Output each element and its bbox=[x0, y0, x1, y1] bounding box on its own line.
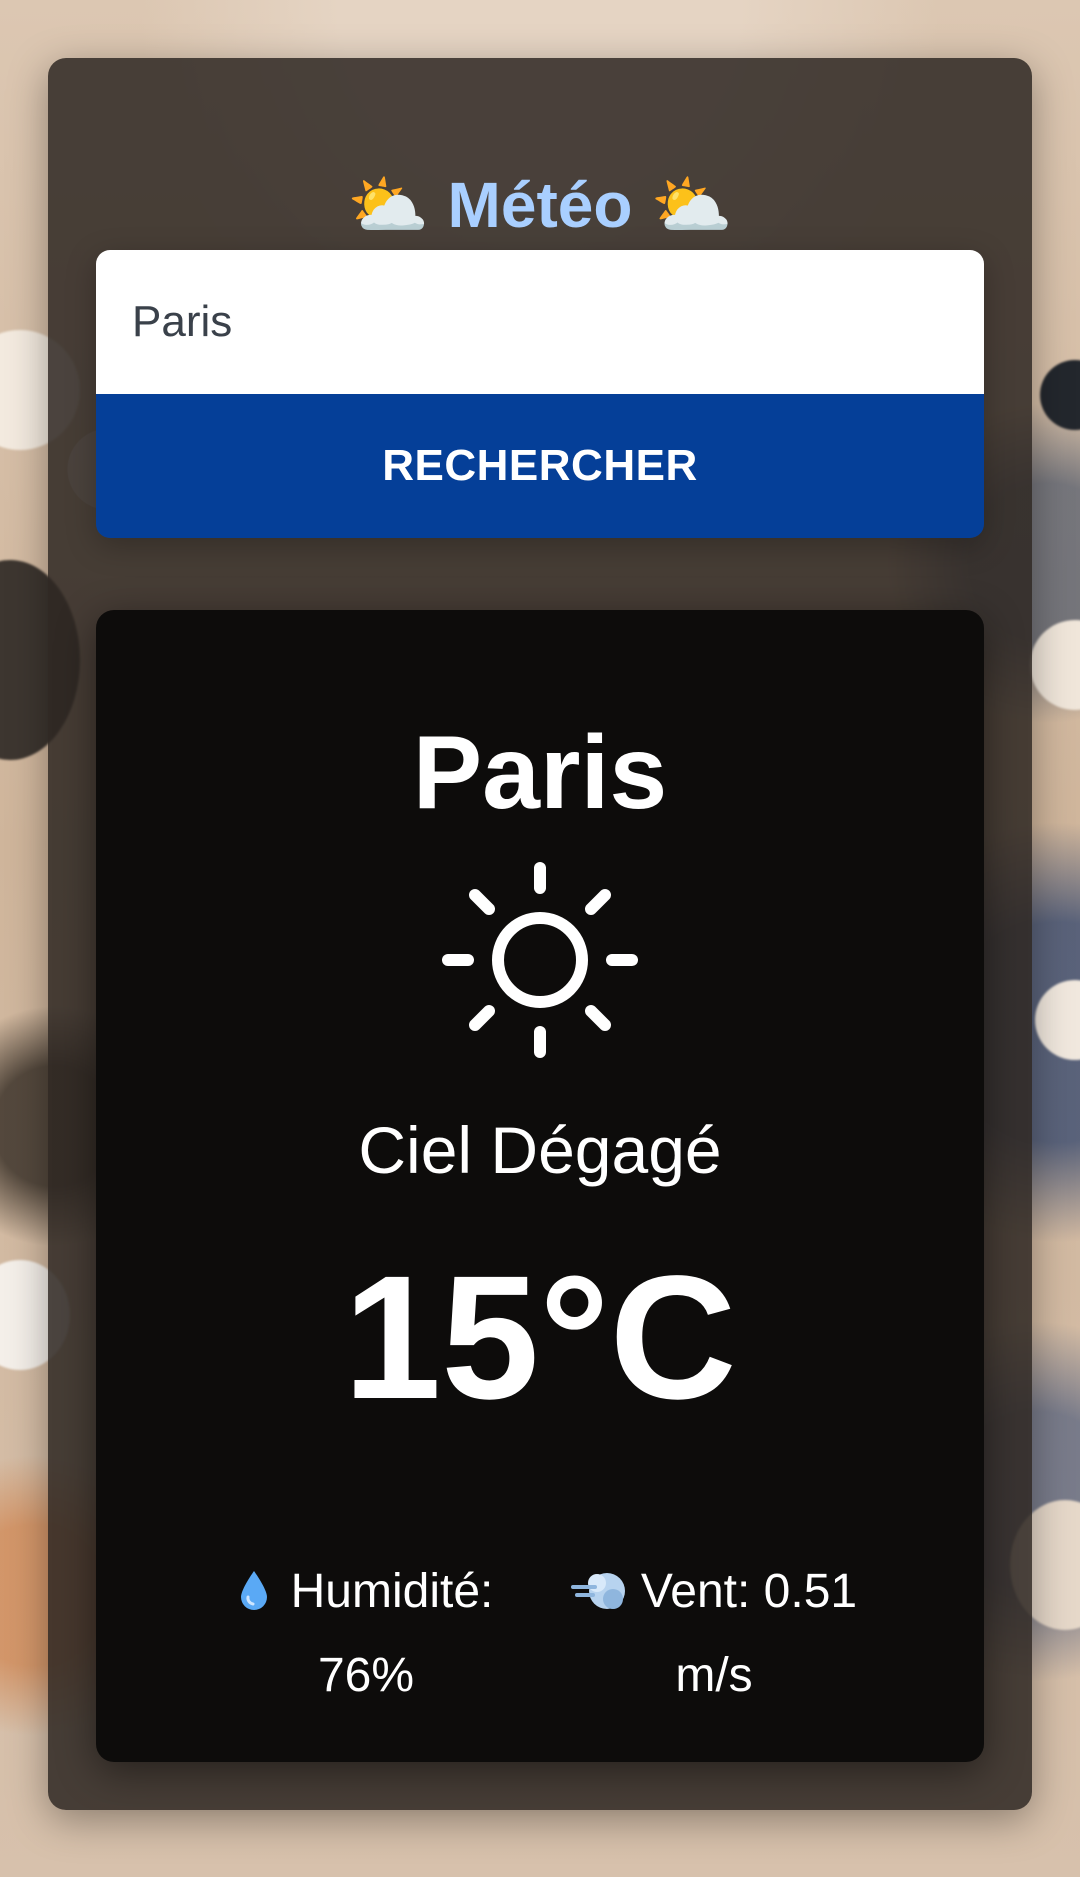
city-search-input[interactable] bbox=[96, 250, 984, 394]
wind-value: 0.51 bbox=[763, 1565, 858, 1618]
weather-details: Humidité: 76% Vent: 0.51 m/s bbox=[196, 1550, 884, 1718]
wind-detail: Vent: 0.51 m/s bbox=[544, 1550, 884, 1718]
city-name: Paris bbox=[412, 715, 668, 831]
weather-card: ⛅ Météo ⛅ RECHERCHER Paris Ciel Dégagé 1… bbox=[48, 58, 1032, 1810]
search-form: RECHERCHER bbox=[96, 250, 984, 538]
search-button[interactable]: RECHERCHER bbox=[96, 394, 984, 538]
droplet-icon bbox=[240, 1571, 267, 1610]
humidity-detail: Humidité: 76% bbox=[196, 1550, 536, 1718]
temperature: 15°C bbox=[343, 1240, 737, 1436]
app-title: ⛅ Météo ⛅ bbox=[48, 168, 1032, 242]
wind-label: Vent: bbox=[640, 1565, 751, 1618]
app-title-text: Météo bbox=[447, 169, 633, 241]
sun-behind-cloud-icon: ⛅ bbox=[650, 168, 733, 242]
sun-icon bbox=[442, 862, 638, 1058]
wind-icon bbox=[570, 1573, 625, 1609]
wind-unit: m/s bbox=[675, 1649, 753, 1702]
weather-condition: Ciel Dégagé bbox=[358, 1113, 722, 1187]
humidity-label: Humidité: bbox=[290, 1565, 494, 1618]
humidity-value: 76% bbox=[317, 1649, 415, 1702]
sun-behind-cloud-icon: ⛅ bbox=[347, 168, 430, 242]
weather-result-panel: Paris Ciel Dégagé 15°C Humidité: 76% Ven… bbox=[96, 610, 984, 1762]
